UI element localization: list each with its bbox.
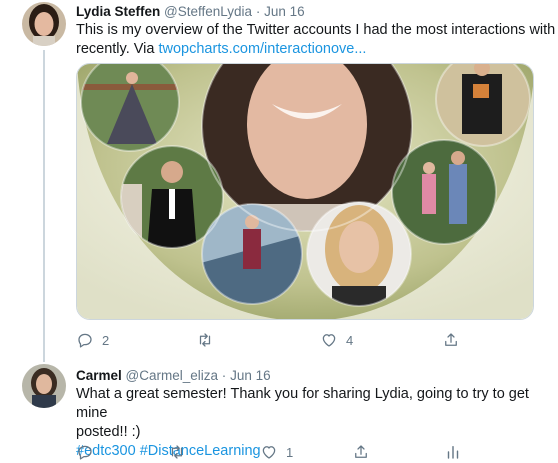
share-button[interactable] xyxy=(352,442,370,462)
heart-icon xyxy=(262,446,276,459)
tweet-actions: 1 xyxy=(76,442,476,462)
separator: · xyxy=(221,368,227,383)
interaction-circle-image xyxy=(77,64,533,319)
reply-button[interactable] xyxy=(76,442,102,462)
share-icon xyxy=(445,333,457,346)
analytics-button[interactable] xyxy=(444,442,462,462)
like-button[interactable]: 4 xyxy=(320,330,353,350)
reply-count: 2 xyxy=(102,332,110,348)
heart-icon xyxy=(322,334,336,347)
username[interactable]: @SteffenLydia xyxy=(164,4,252,19)
tweet-text-line: What a great semester! Thank you for sha… xyxy=(76,386,529,421)
timestamp[interactable]: Jun 16 xyxy=(264,4,305,19)
reply-icon xyxy=(78,445,92,460)
like-count: 1 xyxy=(286,444,294,460)
tweet-text-prefix: recently. Via xyxy=(76,41,159,57)
avatar[interactable] xyxy=(22,2,66,46)
like-count: 4 xyxy=(346,332,354,348)
reply-button[interactable]: 2 xyxy=(76,330,109,350)
like-button[interactable]: 1 xyxy=(260,442,293,462)
retweet-icon xyxy=(199,333,211,347)
share-icon xyxy=(355,445,367,458)
tweet-header: Carmel @Carmel_eliza · Jun 16 xyxy=(76,367,271,385)
tweet-media[interactable] xyxy=(76,63,534,320)
tweet-text-line: recently. Via twopcharts.com/interaction… xyxy=(76,40,555,59)
retweet-icon xyxy=(171,445,183,459)
tweet-header: Lydia Steffen @SteffenLydia · Jun 16 xyxy=(76,3,305,21)
avatar[interactable] xyxy=(22,364,66,408)
display-name[interactable]: Lydia Steffen xyxy=(76,4,160,19)
tweet-text-line: posted!! :) xyxy=(76,424,141,440)
display-name[interactable]: Carmel xyxy=(76,368,122,383)
separator: · xyxy=(255,4,261,19)
retweet-button[interactable] xyxy=(196,330,222,350)
tweet-text: This is my overview of the Twitter accou… xyxy=(76,21,555,59)
tweet-carmel[interactable]: Carmel @Carmel_eliza · Jun 16 What a gre… xyxy=(0,362,558,463)
tweet-lydia[interactable]: Lydia Steffen @SteffenLydia · Jun 16 Thi… xyxy=(0,0,558,350)
tweet-link[interactable]: twopcharts.com/interactionove... xyxy=(158,41,366,57)
username[interactable]: @Carmel_eliza xyxy=(126,368,218,383)
share-button[interactable] xyxy=(442,330,460,350)
reply-icon xyxy=(78,333,92,348)
analytics-icon xyxy=(447,446,459,459)
tweet-actions: 2 4 xyxy=(76,330,476,350)
retweet-button[interactable] xyxy=(168,442,194,462)
timestamp[interactable]: Jun 16 xyxy=(230,368,271,383)
tweet-text-line: This is my overview of the Twitter accou… xyxy=(76,22,556,38)
